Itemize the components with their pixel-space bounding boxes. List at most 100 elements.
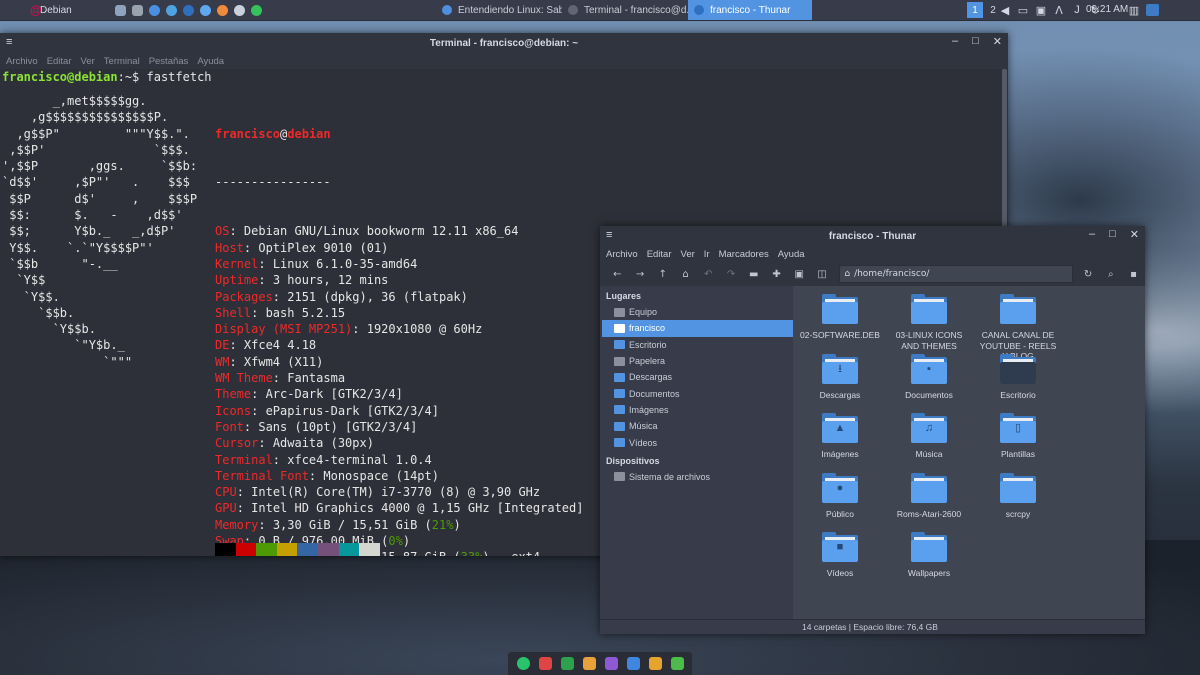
sidebar-item[interactable]: Vídeos: [600, 434, 793, 450]
folder-item[interactable]: ▪ Documentos: [887, 353, 971, 401]
dock-app-icon[interactable]: [516, 657, 530, 670]
dock-app-icon[interactable]: [626, 657, 640, 670]
info-value: Fantasma: [287, 371, 346, 386]
home-icon[interactable]: ⌂: [674, 265, 697, 283]
taskbar-item[interactable]: Entendiendo Linux: Sab...: [436, 0, 562, 20]
sidebar-item[interactable]: Imágenes: [600, 402, 793, 418]
menu-editar[interactable]: Editar: [647, 249, 672, 260]
dock-app-icon[interactable]: [648, 657, 662, 670]
sidebar-item[interactable]: Música: [600, 418, 793, 434]
folder-item[interactable]: Roms-Atari-2600: [887, 472, 971, 520]
info-colon: :: [229, 224, 244, 239]
folder-item[interactable]: CANAL CANAL DE YOUTUBE - REELS Y BLOG: [976, 294, 1060, 362]
dock-app-icon[interactable]: [604, 657, 618, 670]
folder-item[interactable]: 02-SOFTWARE.DEB: [798, 294, 882, 341]
ascii-line: `Y$$.: [2, 289, 60, 304]
folder-view[interactable]: 02-SOFTWARE.DEB 03-LINUX ICONS AND THEMES…: [793, 286, 1145, 619]
maximize-icon[interactable]: □: [1109, 228, 1116, 241]
undo-icon[interactable]: ↶: [697, 265, 720, 283]
folder-item[interactable]: 03-LINUX ICONS AND THEMES: [887, 294, 971, 351]
sidebar-device-item[interactable]: Sistema de archivos: [600, 469, 793, 485]
menu-ir[interactable]: Ir: [704, 249, 710, 260]
dock-app-icon[interactable]: [538, 657, 552, 670]
photos-icon[interactable]: [214, 0, 231, 20]
folder-item[interactable]: ♫ Música: [887, 413, 971, 460]
minimize-icon[interactable]: –: [1089, 228, 1095, 241]
chromium-icon[interactable]: [146, 0, 163, 20]
sidebar-item[interactable]: Equipo: [600, 304, 793, 320]
info-row: Theme: Arc-Dark [GTK2/3/4]: [215, 386, 583, 402]
info-value: Debian GNU/Linux bookworm 12.11 x86_64: [243, 224, 519, 239]
folder-item[interactable]: Escritorio: [976, 353, 1060, 401]
folder-item[interactable]: ▯ Plantillas: [976, 413, 1060, 460]
show-desktop-button[interactable]: [1146, 4, 1159, 16]
menu-ayuda[interactable]: Ayuda: [197, 56, 224, 67]
info-header-host: debian: [287, 126, 331, 141]
sidebar-item[interactable]: Escritorio: [600, 337, 793, 353]
window-menu-icon[interactable]: ≡: [6, 36, 12, 48]
dock-app-icon[interactable]: [560, 657, 574, 670]
menu-ayuda[interactable]: Ayuda: [778, 249, 805, 260]
menu-terminal[interactable]: Terminal: [104, 56, 140, 67]
thunar-title: francisco - Thunar: [828, 230, 917, 242]
split-view-icon[interactable]: ◫: [811, 265, 834, 283]
back-arrow-icon[interactable]: ←: [606, 265, 629, 283]
location-bar[interactable]: ⌂ /home/francisco/: [839, 265, 1073, 283]
taskbar-item[interactable]: francisco - Thunar: [688, 0, 812, 20]
thunar-titlebar[interactable]: ≡ francisco - Thunar – □ ✕: [600, 226, 1145, 246]
close-icon[interactable]: ✕: [1130, 228, 1139, 241]
info-key: WM Theme: [215, 371, 273, 386]
folder-item[interactable]: Wallpapers: [887, 532, 971, 579]
menu-pestanas[interactable]: Pestañas: [149, 56, 189, 67]
info-value: 3,30 GiB / 15,51 GiB (: [272, 517, 432, 532]
terminal-icon[interactable]: [129, 0, 146, 20]
minimize-icon[interactable]: –: [952, 35, 958, 48]
whatsapp-icon[interactable]: [248, 0, 265, 20]
folder-item[interactable]: scrcpy: [976, 472, 1060, 520]
folder-item[interactable]: ▲ Imágenes: [798, 413, 882, 460]
menu-ver[interactable]: Ver: [81, 56, 95, 67]
folder-item[interactable]: ■ Vídeos: [798, 532, 882, 579]
files-icon[interactable]: [112, 0, 129, 20]
menu-editar[interactable]: Editar: [47, 56, 72, 67]
menu-archivo[interactable]: Archivo: [606, 249, 638, 260]
maximize-icon[interactable]: □: [972, 35, 979, 48]
open-terminal-icon[interactable]: ▪: [1122, 265, 1145, 283]
trash-panel-icon[interactable]: ▥: [1125, 0, 1143, 20]
browser-icon[interactable]: [163, 0, 180, 20]
ascii-line: ,g$$$$$$$$$$$$$$$P.: [2, 110, 169, 125]
terminal-titlebar[interactable]: ≡ Terminal - francisco@debian: ~ – □ ✕: [0, 33, 1008, 53]
zoom-in-icon[interactable]: ✚: [765, 265, 788, 283]
folder-item[interactable]: ● Público: [798, 472, 882, 520]
taskbar-item[interactable]: Terminal - francisco@d...: [562, 0, 688, 20]
chat-icon[interactable]: ▭: [1014, 0, 1032, 20]
network-icon[interactable]: ᐱ: [1050, 0, 1068, 20]
sidebar-item[interactable]: francisco: [602, 320, 793, 337]
redo-icon[interactable]: ↷: [720, 265, 743, 283]
reset-zoom-icon[interactable]: ▣: [788, 265, 811, 283]
window-menu-icon[interactable]: ≡: [606, 229, 612, 241]
sync-icon[interactable]: [231, 0, 248, 20]
menu-marcadores[interactable]: Marcadores: [719, 249, 769, 260]
sidebar-item[interactable]: Papelera: [600, 353, 793, 369]
close-icon[interactable]: ✕: [993, 35, 1002, 48]
menu-ver[interactable]: Ver: [681, 249, 695, 260]
zoom-out-icon[interactable]: ▬: [742, 265, 765, 283]
info-row: CPU: Intel(R) Core(TM) i7-3770 (8) @ 3,9…: [215, 484, 583, 500]
up-arrow-icon[interactable]: ↑: [651, 265, 674, 283]
volume-icon[interactable]: ◀: [996, 0, 1014, 20]
forward-arrow-icon[interactable]: →: [629, 265, 652, 283]
workspace-1[interactable]: 1: [967, 2, 983, 18]
gemini-icon[interactable]: [197, 0, 214, 20]
package-icon[interactable]: ▣: [1032, 0, 1050, 20]
menu-archivo[interactable]: Archivo: [6, 56, 38, 67]
dock-app-icon[interactable]: [582, 657, 596, 670]
folder-item[interactable]: ⭳ Descargas: [798, 353, 882, 401]
search-icon[interactable]: ⌕: [1099, 265, 1122, 283]
sidebar-item[interactable]: Documentos: [600, 385, 793, 401]
dock-app-icon[interactable]: [670, 657, 684, 670]
reload-icon[interactable]: ↻: [1077, 265, 1100, 283]
edge-icon[interactable]: [180, 0, 197, 20]
sidebar-item[interactable]: Descargas: [600, 369, 793, 385]
applications-menu-button[interactable]: @ Debian: [0, 0, 84, 20]
